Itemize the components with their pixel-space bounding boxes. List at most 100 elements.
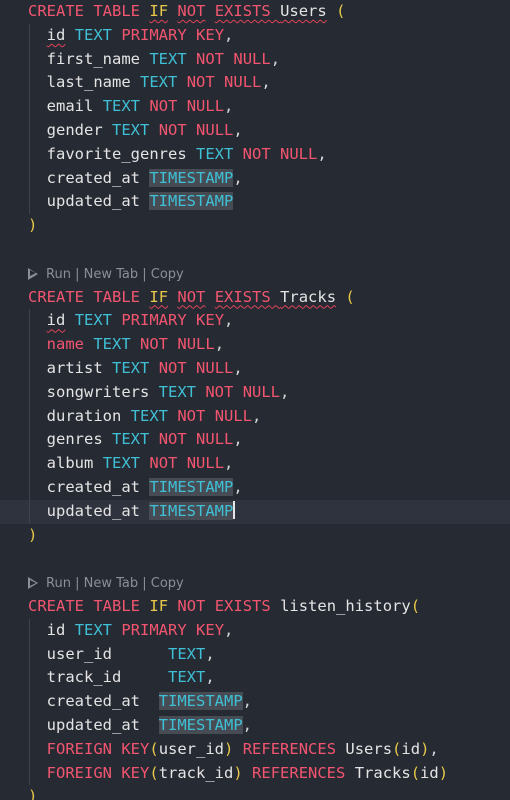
code-token: , bbox=[224, 620, 234, 639]
codelens-bar[interactable]: Run | New Tab | Copy bbox=[0, 262, 510, 286]
codelens-new-tab-link[interactable]: New Tab bbox=[84, 576, 139, 591]
code-line[interactable]: email TEXT NOT NULL, bbox=[0, 95, 510, 119]
codelens-run-link[interactable]: Run bbox=[46, 267, 71, 282]
code-line[interactable]: updated_at TIMESTAMP bbox=[0, 190, 510, 215]
code-line[interactable]: id TEXT PRIMARY KEY, bbox=[0, 309, 510, 334]
code-line[interactable]: track_id TEXT, bbox=[0, 666, 510, 691]
code-line[interactable]: artist TEXT NOT NULL, bbox=[0, 356, 510, 381]
code-token: Tracks bbox=[280, 287, 337, 306]
code-line[interactable]: name TEXT NOT NULL, bbox=[0, 333, 510, 357]
codelens-copy-link[interactable]: Copy bbox=[151, 267, 184, 282]
code-line[interactable]: CREATE TABLE IF NOT EXISTS Users ( bbox=[0, 0, 510, 24]
code-line[interactable]: id TEXT PRIMARY KEY, bbox=[0, 618, 510, 643]
code-token: email bbox=[46, 97, 94, 116]
code-line[interactable]: FOREIGN KEY(user_id) REFERENCES Users(id… bbox=[0, 737, 510, 762]
code-line[interactable]: genres TEXT NOT NULL, bbox=[0, 428, 510, 453]
blank-line[interactable] bbox=[0, 547, 510, 571]
code-line[interactable]: updated_at TIMESTAMP, bbox=[0, 713, 510, 738]
codelens-new-tab-link[interactable]: New Tab bbox=[84, 267, 139, 282]
blank-line[interactable] bbox=[0, 238, 510, 262]
indent-guide bbox=[29, 618, 30, 643]
code-token: ( bbox=[345, 287, 355, 306]
indent-guide bbox=[29, 475, 30, 500]
code-line[interactable]: favorite_genres TEXT NOT NULL, bbox=[0, 142, 510, 167]
indent-guide bbox=[29, 737, 30, 762]
code-line[interactable]: user_id TEXT, bbox=[0, 642, 510, 667]
indent-guide bbox=[29, 356, 30, 381]
code-token: name bbox=[46, 335, 84, 354]
code-line[interactable]: first_name TEXT NOT NULL, bbox=[0, 47, 510, 72]
code-line[interactable]: ) bbox=[0, 785, 510, 800]
code-token: NULL bbox=[214, 406, 253, 425]
code-token: NOT bbox=[242, 144, 271, 163]
code-token: user_id bbox=[46, 644, 112, 663]
code-line[interactable]: album TEXT NOT NULL, bbox=[0, 452, 510, 476]
code-token: ) bbox=[420, 739, 430, 758]
code-line[interactable]: updated_at TIMESTAMP bbox=[0, 499, 510, 524]
code-token: , bbox=[233, 358, 243, 377]
code-token: TEXT bbox=[168, 668, 206, 687]
code-token: TABLE bbox=[93, 596, 141, 615]
code-line[interactable]: gender TEXT NOT NULL, bbox=[0, 118, 510, 143]
code-token: ( bbox=[149, 763, 159, 782]
code-line[interactable]: ) bbox=[0, 524, 510, 548]
code-token: ( bbox=[410, 596, 421, 615]
code-line[interactable]: CREATE TABLE IF NOT EXISTS Tracks ( bbox=[0, 286, 510, 310]
code-token: , bbox=[233, 120, 243, 139]
play-icon[interactable] bbox=[28, 577, 38, 590]
code-token: TEXT bbox=[168, 644, 206, 663]
code-line[interactable]: created_at TIMESTAMP, bbox=[0, 475, 510, 500]
code-line[interactable]: FOREIGN KEY(track_id) REFERENCES Tracks(… bbox=[0, 761, 510, 786]
code-line[interactable]: ) bbox=[0, 214, 510, 238]
code-token: ) bbox=[28, 216, 38, 235]
code-token: NOT bbox=[149, 454, 178, 473]
code-line[interactable]: created_at TIMESTAMP, bbox=[0, 690, 510, 714]
code-line[interactable]: songwriters TEXT NOT NULL, bbox=[0, 380, 510, 405]
code-line[interactable]: CREATE TABLE IF NOT EXISTS listen_histor… bbox=[0, 595, 510, 619]
code-token: EXISTS bbox=[214, 2, 271, 20]
code-token: ( bbox=[410, 763, 421, 782]
code-token: , bbox=[242, 715, 253, 734]
code-token: ( bbox=[336, 2, 346, 20]
code-token: NULL bbox=[233, 49, 271, 68]
code-token: KEY bbox=[121, 739, 150, 758]
code-token: TABLE bbox=[93, 287, 141, 306]
code-line[interactable]: id TEXT PRIMARY KEY, bbox=[0, 23, 510, 48]
code-line[interactable]: last_name TEXT NOT NULL, bbox=[0, 71, 510, 96]
code-token: artist bbox=[46, 358, 103, 377]
codelens-run-link[interactable]: Run bbox=[46, 576, 71, 591]
codelens-separator: | bbox=[70, 266, 84, 282]
code-token: KEY bbox=[196, 311, 225, 330]
codelens-copy-link[interactable]: Copy bbox=[151, 576, 184, 591]
code-editor[interactable]: CREATE TABLE IF NOT EXISTS Users ( id TE… bbox=[0, 0, 510, 800]
code-line[interactable]: duration TEXT NOT NULL, bbox=[0, 404, 510, 429]
code-line[interactable]: created_at TIMESTAMP, bbox=[0, 166, 510, 191]
code-token: , bbox=[280, 382, 290, 401]
code-token: NOT bbox=[186, 73, 215, 92]
code-token: KEY bbox=[121, 763, 150, 782]
codelens-bar[interactable]: Run | New Tab | Copy bbox=[0, 571, 510, 595]
code-token: id bbox=[401, 739, 421, 758]
code-token: NOT bbox=[149, 97, 178, 116]
code-token: NULL bbox=[224, 73, 262, 92]
play-icon[interactable] bbox=[28, 267, 38, 280]
